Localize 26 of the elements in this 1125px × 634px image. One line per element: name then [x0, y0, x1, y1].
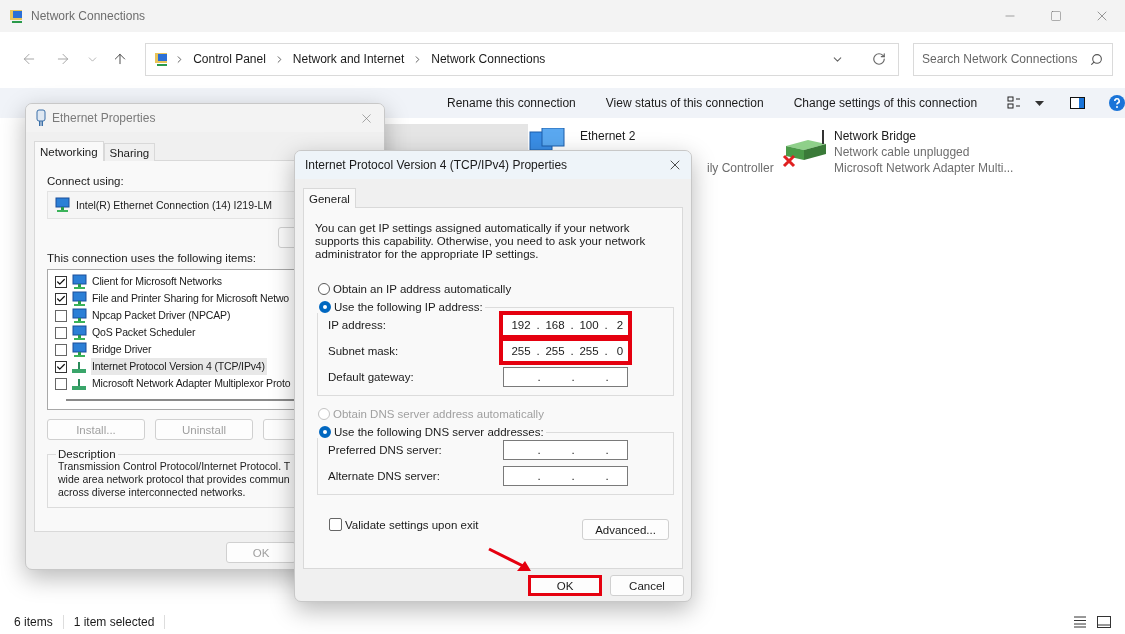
dialog-title: Internet Protocol Version 4 (TCP/IPv4) Properties	[305, 158, 569, 172]
description-text: Transmission Control Protocol/Internet Protocol. T wide area network protocol that provides commun across diverse interconnected networks.	[58, 460, 291, 499]
connect-using-label: Connect using:	[47, 175, 125, 187]
intro-text: You can get IP settings assigned automatically if your network supports this capability. Otherwise, you need to ask your network administrator for the appropriate IP settings.	[315, 222, 647, 261]
connection-detail: Microsoft Network Adapter Multi...	[834, 160, 1014, 176]
items-label: This connection uses the following items:	[47, 252, 257, 264]
field-label: Preferred DNS server:	[328, 444, 443, 456]
connection-name: Ethernet 2	[580, 128, 637, 144]
group-title: Description	[57, 448, 117, 460]
connection-name: Network Bridge	[834, 128, 918, 144]
radio-label: Obtain DNS server address automatically	[333, 408, 544, 420]
field-label: Alternate DNS server:	[328, 470, 441, 482]
checkbox-label: Validate settings upon exit	[345, 518, 479, 531]
connection-detail: ily Controller	[707, 160, 774, 176]
selection-count: 1 item selected	[73, 615, 166, 629]
adapter-name: Intel(R) Ethernet Connection (14) I219-LM	[76, 199, 273, 211]
item-count: 6 items	[14, 615, 64, 629]
field-label: Default gateway:	[328, 371, 415, 383]
field-label: IP address:	[328, 319, 387, 331]
radio-label: Use the following IP address:	[334, 301, 483, 313]
field-label: Subnet mask:	[328, 345, 400, 357]
radio-label: Obtain an IP address automatically	[333, 283, 512, 295]
radio-label: Use the following DNS server addresses:	[334, 426, 544, 438]
connection-detail: Network cable unplugged	[834, 144, 971, 160]
dialog-title: Ethernet Properties	[52, 111, 157, 125]
window-title: Network Connections	[31, 9, 147, 23]
